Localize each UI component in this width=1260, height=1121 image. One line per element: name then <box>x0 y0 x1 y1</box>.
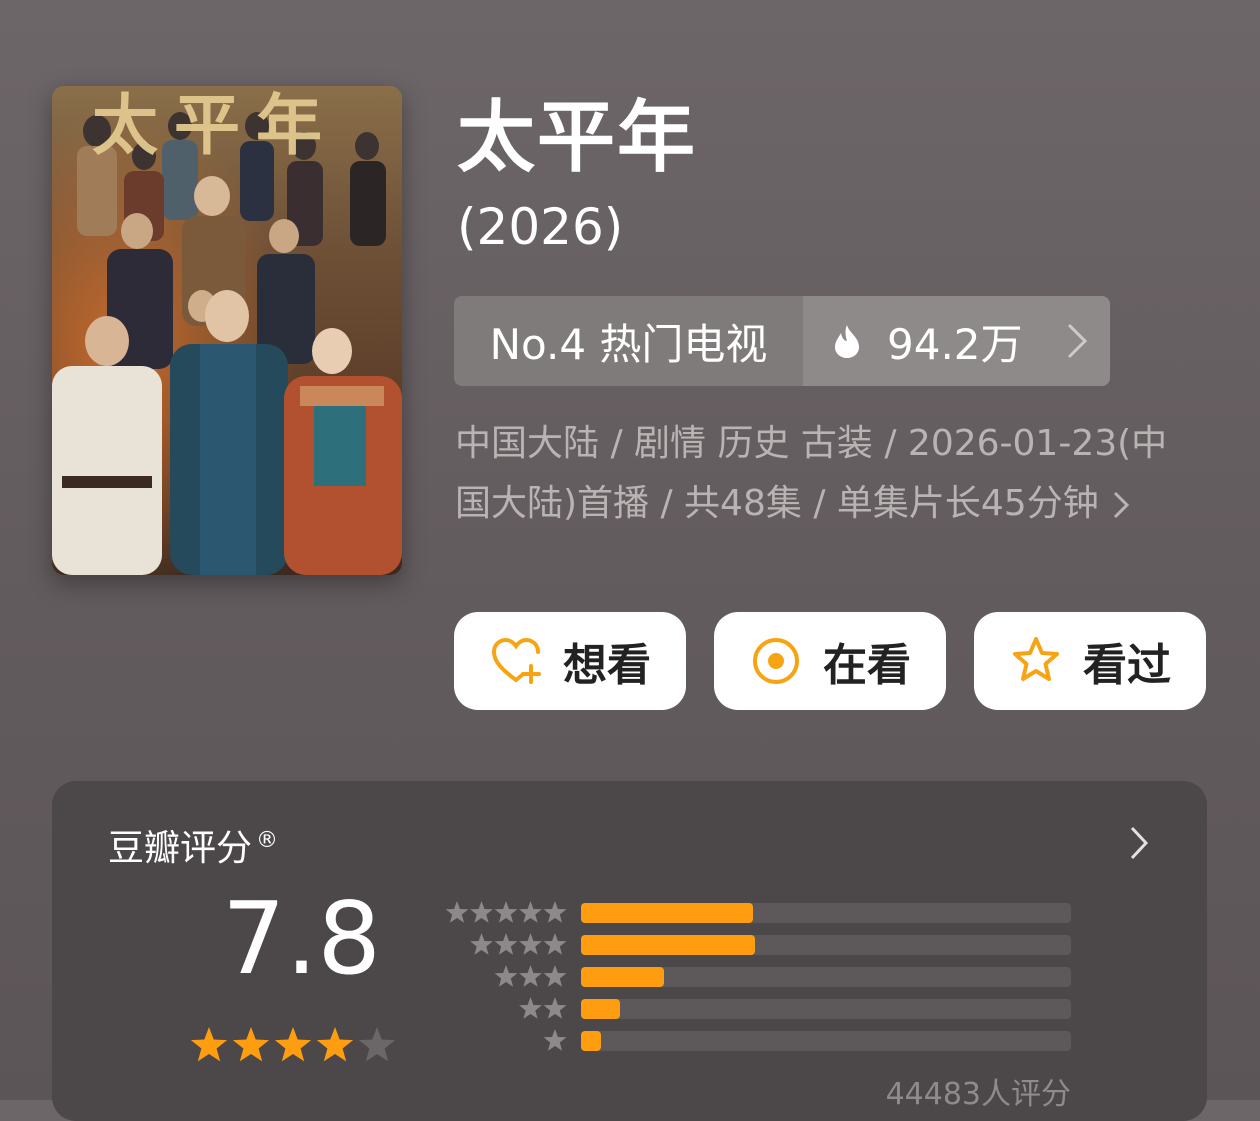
distribution-bar-fill <box>581 903 753 923</box>
chevron-right-icon <box>1067 323 1088 359</box>
distribution-bar-track <box>581 967 1071 987</box>
distribution-star <box>470 933 493 955</box>
want-to-watch-label: 想看 <box>563 640 651 691</box>
distribution-bar-track <box>581 999 1071 1019</box>
release-year: (2026) <box>457 198 624 256</box>
rating-stars <box>190 1027 396 1062</box>
watched-label: 看过 <box>1083 640 1171 691</box>
distribution-bar-fill <box>581 967 665 987</box>
heart-plus-icon <box>491 637 541 684</box>
rank-banner[interactable]: No.4 热门电视 94.2万 <box>454 296 1110 386</box>
distribution-bar-fill <box>581 999 621 1019</box>
chevron-right-icon[interactable] <box>1129 825 1149 861</box>
meta-info[interactable]: 中国大陆 / 剧情 历史 古装 / 2026-01-23(中国大陆)首播 / 共… <box>455 414 1195 534</box>
poster-title: 太平年 <box>92 86 338 164</box>
rating-star <box>316 1027 354 1062</box>
rating-title-text: 豆瓣评分 <box>108 828 253 869</box>
heat-count[interactable]: 94.2万 <box>803 296 1110 386</box>
rating-title: 豆瓣评分 ® <box>108 819 278 871</box>
heat-value: 94.2万 <box>887 319 1023 369</box>
distribution-star <box>445 901 469 923</box>
distribution-stars <box>494 965 567 987</box>
star-icon <box>1013 637 1059 681</box>
distribution-stars <box>519 997 567 1019</box>
rating-star <box>358 1027 396 1062</box>
poster-image[interactable]: 太平年 <box>52 86 402 575</box>
distribution-row <box>437 1027 1077 1059</box>
rank-label: No.4 热门电视 <box>454 296 803 386</box>
distribution-bar-track <box>581 1031 1071 1051</box>
rating-star <box>274 1027 312 1062</box>
distribution-stars <box>470 933 567 955</box>
rating-score: 7.8 <box>222 880 382 997</box>
distribution-star <box>494 901 518 923</box>
distribution-star <box>494 933 518 955</box>
distribution-bar-track <box>581 935 1071 955</box>
distribution-row <box>437 899 1077 931</box>
target-icon <box>753 638 799 684</box>
distribution-star <box>519 965 542 987</box>
want-to-watch-button[interactable]: 想看 <box>454 612 686 710</box>
chevron-right-icon <box>1113 491 1129 519</box>
flame-icon <box>835 325 859 358</box>
distribution-star <box>543 1029 567 1051</box>
distribution-star <box>543 965 567 987</box>
distribution-bar-track <box>581 903 1071 923</box>
distribution-stars <box>445 901 567 923</box>
distribution-row <box>437 931 1077 963</box>
distribution-row <box>437 963 1077 995</box>
rating-star <box>190 1027 228 1062</box>
distribution-bar-fill <box>581 935 755 955</box>
distribution-star <box>543 933 567 955</box>
page-title: 太平年 <box>457 93 698 183</box>
rating-star <box>232 1027 270 1062</box>
distribution-star <box>519 933 542 955</box>
meta-line: 中国大陆 / 剧情 历史 古装 / 2026-01-23(中国大陆)首播 / 共… <box>455 423 1168 524</box>
distribution-star <box>519 901 542 923</box>
registered-mark: ® <box>256 828 279 853</box>
distribution-row <box>437 995 1077 1027</box>
distribution-star <box>543 901 567 923</box>
watched-button[interactable]: 看过 <box>974 612 1206 710</box>
rating-count: 44483人评分 <box>885 1077 1071 1112</box>
distribution-star <box>470 901 493 923</box>
distribution-bar-fill <box>581 1031 601 1051</box>
watching-label: 在看 <box>823 640 911 691</box>
watching-button[interactable]: 在看 <box>714 612 946 710</box>
rating-card[interactable]: 豆瓣评分 ® 7.8 44483人评分 <box>52 781 1207 1121</box>
distribution-star <box>519 997 542 1019</box>
distribution-stars <box>543 1029 567 1051</box>
distribution-star <box>494 965 518 987</box>
distribution-star <box>543 997 567 1019</box>
